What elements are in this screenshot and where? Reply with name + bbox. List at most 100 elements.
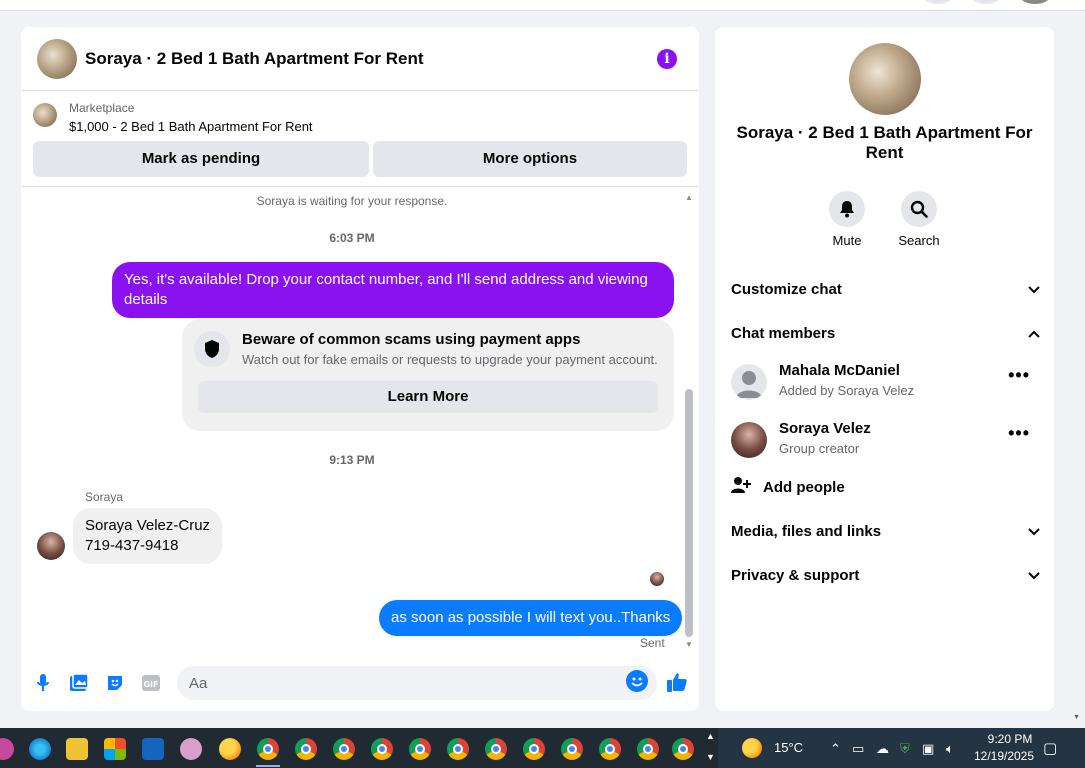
- weather-app-icon[interactable]: [219, 738, 241, 760]
- sent-status: Sent: [640, 636, 665, 650]
- top-notification-icon[interactable]: [971, 0, 1001, 4]
- thumbs-up-icon[interactable]: [665, 670, 689, 694]
- listing-thumbnail[interactable]: [33, 103, 57, 127]
- customize-chat-label: Customize chat: [731, 280, 842, 298]
- clock-date[interactable]: 12/19/2025: [968, 749, 1040, 763]
- outgoing-message[interactable]: Yes, it's available! Drop your contact n…: [112, 262, 674, 318]
- store-icon[interactable]: [104, 738, 126, 760]
- top-menu-icon[interactable]: [923, 0, 953, 4]
- member-row[interactable]: Soraya Velez Group creator •••: [731, 420, 1040, 464]
- cloud-icon[interactable]: ☁: [876, 741, 889, 757]
- chrome-icon[interactable]: [485, 738, 507, 760]
- seen-avatar: [650, 572, 664, 586]
- incoming-message[interactable]: Soraya Velez-Cruz 719-437-9418: [73, 508, 223, 564]
- volume-icon[interactable]: 🔈︎: [946, 741, 954, 757]
- info-icon[interactable]: i: [657, 49, 677, 69]
- taskbar-scroll-down-icon[interactable]: ▼: [706, 752, 715, 762]
- customize-chat-section[interactable]: Customize chat: [731, 274, 1040, 304]
- chevron-up-icon[interactable]: ⌃: [830, 741, 841, 757]
- chat-members-section[interactable]: Chat members: [731, 318, 1040, 348]
- scam-warning-text: Watch out for fake emails or requests to…: [242, 352, 658, 367]
- scroll-thumb[interactable]: [685, 389, 693, 637]
- chrome-icon[interactable]: [257, 738, 279, 760]
- sticker-icon[interactable]: [103, 671, 127, 695]
- add-people-button[interactable]: Add people: [731, 472, 1040, 502]
- scroll-down-icon[interactable]: ▼: [685, 640, 693, 649]
- chrome-icon[interactable]: [295, 738, 317, 760]
- search-label: Search: [898, 233, 940, 248]
- copilot-icon[interactable]: [0, 738, 14, 760]
- search-action[interactable]: Search: [889, 191, 949, 248]
- privacy-support-label: Privacy & support: [731, 566, 860, 584]
- add-people-label: Add people: [763, 478, 845, 496]
- security-icon[interactable]: ⛨: [900, 741, 910, 757]
- file-explorer-icon[interactable]: [66, 738, 88, 760]
- chevron-up-icon: [1028, 325, 1040, 342]
- outlook-icon[interactable]: [142, 738, 164, 760]
- media-files-label: Media, files and links: [731, 522, 882, 540]
- scam-warning-title: Beware of common scams using payment app…: [242, 331, 581, 348]
- emoji-icon[interactable]: [626, 670, 648, 692]
- listing-source: Marketplace: [69, 101, 135, 115]
- composer: GIF: [21, 657, 699, 711]
- paint-icon[interactable]: [180, 738, 202, 760]
- active-indicator: [256, 765, 280, 767]
- mute-action[interactable]: Mute: [817, 191, 877, 248]
- gif-icon[interactable]: GIF: [139, 671, 163, 695]
- weather-icon[interactable]: [742, 738, 762, 758]
- timestamp: 6:03 PM: [329, 231, 375, 245]
- weather-temp[interactable]: 15°C: [774, 740, 803, 755]
- privacy-support-section[interactable]: Privacy & support: [731, 560, 1040, 590]
- shield-icon: [194, 331, 230, 367]
- chrome-icon[interactable]: [672, 738, 694, 760]
- chat-members-label: Chat members: [731, 324, 836, 342]
- taskbar-scroll-up-icon[interactable]: ▲: [706, 731, 715, 741]
- chrome-icon[interactable]: [637, 738, 659, 760]
- mark-as-pending-button[interactable]: Mark as pending: [33, 141, 369, 177]
- incoming-message-line: 719-437-9418: [85, 537, 179, 554]
- taskbar: ▲ ▼ 15°C ⌃ ▭ ☁ ⛨ ▣ 🔈︎ 9:20 PM 12/19/2025…: [0, 728, 1085, 768]
- chevron-down-icon: [1028, 281, 1040, 298]
- default-avatar: [731, 364, 767, 400]
- member-name: Mahala McDaniel: [779, 362, 900, 379]
- chat-details-panel: Soraya · 2 Bed 1 Bath Apartment For Rent…: [715, 27, 1054, 711]
- chrome-icon[interactable]: [561, 738, 583, 760]
- search-icon[interactable]: [901, 191, 937, 227]
- chat-panel: Soraya · 2 Bed 1 Bath Apartment For Rent…: [21, 27, 699, 711]
- message-scrollbar[interactable]: ▲ ▼: [685, 193, 693, 649]
- microphone-icon[interactable]: [31, 671, 55, 695]
- more-options-icon[interactable]: •••: [1008, 424, 1030, 442]
- details-title: Soraya · 2 Bed 1 Bath Apartment For Rent: [736, 123, 1033, 162]
- details-avatar[interactable]: [849, 43, 921, 115]
- message-input[interactable]: [177, 666, 657, 700]
- listing-price[interactable]: $1,000 - 2 Bed 1 Bath Apartment For Rent: [69, 119, 313, 134]
- member-role: Added by Soraya Velez: [779, 383, 915, 398]
- chrome-icon[interactable]: [447, 738, 469, 760]
- chrome-icon[interactable]: [333, 738, 355, 760]
- member-name: Soraya Velez: [779, 420, 871, 437]
- chrome-icon[interactable]: [599, 738, 621, 760]
- media-files-section[interactable]: Media, files and links: [731, 516, 1040, 546]
- network-icon[interactable]: ▣: [922, 741, 934, 757]
- chrome-icon[interactable]: [523, 738, 545, 760]
- photo-icon[interactable]: [67, 671, 91, 695]
- meet-icon[interactable]: ▭: [852, 741, 864, 757]
- learn-more-button[interactable]: Learn More: [198, 381, 658, 413]
- page-scroll-down-icon[interactable]: ▼: [1073, 714, 1080, 721]
- chrome-icon[interactable]: [371, 738, 393, 760]
- more-options-icon[interactable]: •••: [1008, 366, 1030, 384]
- scroll-up-icon[interactable]: ▲: [685, 193, 693, 202]
- sender-avatar[interactable]: [37, 532, 65, 560]
- chat-avatar[interactable]: [37, 38, 77, 79]
- member-row[interactable]: Mahala McDaniel Added by Soraya Velez ••…: [731, 362, 1040, 406]
- sender-name: Soraya: [85, 490, 124, 504]
- top-profile-avatar[interactable]: [1020, 0, 1050, 4]
- chrome-icon[interactable]: [409, 738, 431, 760]
- outgoing-message[interactable]: as soon as possible I will text you..Tha…: [379, 600, 683, 636]
- chat-title[interactable]: Soraya · 2 Bed 1 Bath Apartment For Rent: [85, 49, 424, 69]
- more-options-button[interactable]: More options: [373, 141, 687, 177]
- bell-icon[interactable]: [829, 191, 865, 227]
- clock-time[interactable]: 9:20 PM: [982, 732, 1038, 746]
- notification-icon[interactable]: ▢: [1043, 739, 1057, 757]
- edge-icon[interactable]: [29, 738, 51, 760]
